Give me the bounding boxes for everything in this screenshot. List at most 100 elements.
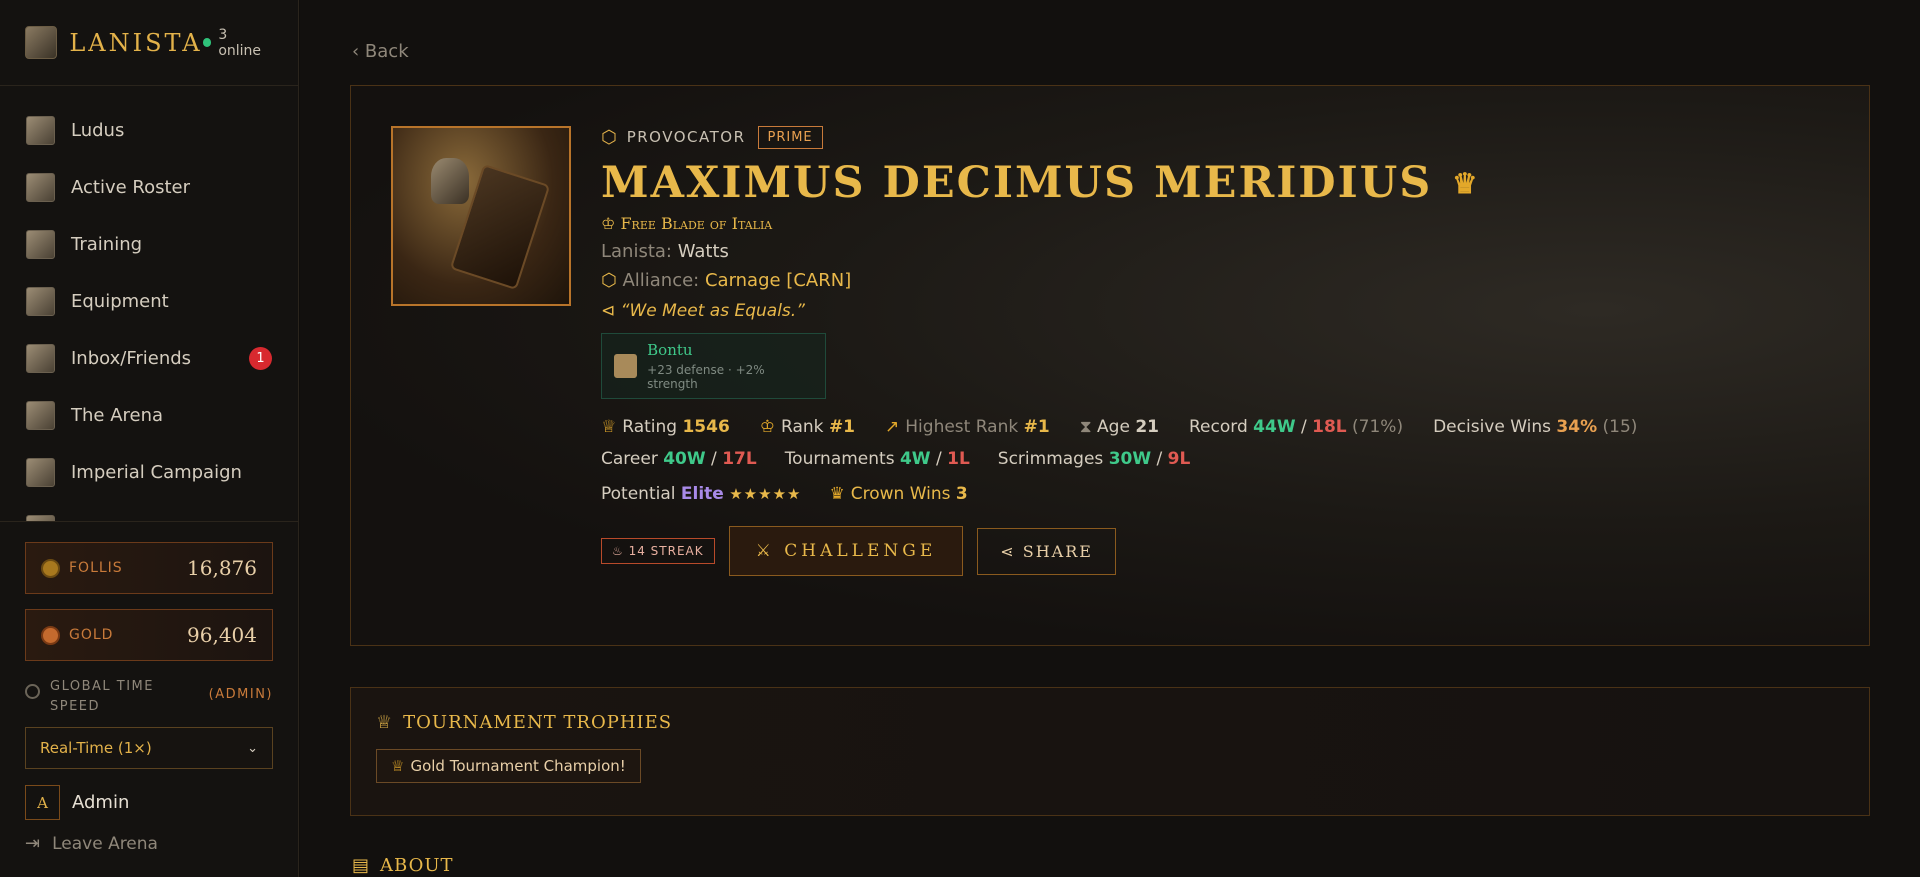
decisive-percent: 34% [1556,417,1598,437]
megaphone-icon: ⊲ [601,301,621,321]
admin-tag: (ADMIN) [208,687,273,702]
gladiator-name: MAXIMUS DECIMUS MERIDIUS ♛ [601,158,1851,208]
star-rating: ★★★★★ [729,485,802,503]
crown-wins-label: Crown Wins [850,484,951,504]
logo [25,26,58,59]
inbox-icon [26,344,55,373]
gladiator-class: PROVOCATOR [626,128,746,146]
stat-decisive-wins: Decisive Wins 34% (15) [1433,417,1637,437]
buff-icon [614,354,638,378]
decisive-count: (15) [1602,417,1638,437]
sidebar-item-arena[interactable]: The Arena [0,387,298,444]
lanista-row: Lanista: Watts [601,241,1851,262]
leave-arena-button[interactable]: ⇥ Leave Arena [25,833,273,854]
potential-label: Potential [601,484,676,504]
trophy-icon: ♕ [391,757,405,775]
stat-age: ⧗ Age 21 [1080,417,1159,437]
stat-tournaments: Tournaments 4W / 1L [784,449,970,469]
alliance-row: ⬡ Alliance: Carnage [CARN] [601,270,1851,291]
gladiator-info: ⬡ PROVOCATOR PRIME MAXIMUS DECIMUS MERID… [601,124,1851,576]
share-button[interactable]: ⋖ SHARE [977,527,1116,575]
time-speed-value: Real-Time (1×) [40,739,152,757]
back-label: Back [364,41,409,62]
gold-coin-icon [41,625,60,645]
trending-up-icon: ↗ [885,417,900,437]
gladiator-portrait [391,126,571,306]
sidebar-item-training[interactable]: Training [0,216,298,273]
stats-row-1: ♕ Rating 1546 ♔ Rank #1 ↗ Highest Rank #1 ⧗… [601,417,1851,437]
gladiator-subtitle: ♔ Free Blade of Italia [601,214,1851,233]
sidebar-item-equipment[interactable]: Equipment [0,273,298,330]
crown-icon: ♔ [759,417,776,437]
decisive-label: Decisive Wins [1433,417,1552,437]
stat-highest-rank: ↗ Highest Rank #1 [885,417,1050,437]
career-label: Career [601,449,658,469]
buff-card[interactable]: Bontu +23 defense · +2% strength [601,333,826,399]
stat-record: Record 44W / 18L (71%) [1189,417,1404,437]
crown-icon: ♛ [829,484,845,504]
streak-badge: ♨ 14 STREAK [601,538,715,564]
sidebar-item-label: Training [71,234,143,255]
time-speed-select[interactable]: Real-Time (1×) ⌄ [25,727,273,769]
challenge-label: CHALLENGE [784,541,937,561]
tournament-trophies-section: ♕ TOURNAMENT TROPHIES ♕ Gold Tournament Ch… [350,687,1870,816]
user-profile[interactable]: A Admin [25,785,273,820]
highest-rank-label: Highest Rank [905,417,1019,437]
trophy-item-label: Gold Tournament Champion! [410,757,626,775]
record-label: Record [1189,417,1248,437]
rank-value: #1 [828,417,856,437]
sidebar-item-label: The Arena [71,405,164,426]
stat-career: Career 40W / 17L [601,449,757,469]
crown-small-icon: ♔ [601,214,621,233]
hourglass-icon: ⧗ [1079,417,1098,437]
logout-icon: ⇥ [25,833,41,854]
stats-row-2: Career 40W / 17L Tournaments 4W / 1L Scr… [601,449,1851,469]
about-title-text: ABOUT [380,855,454,876]
rank-label: Rank [781,417,824,437]
follis-balance: FOLLIS 16,876 [25,542,273,594]
leave-arena-label: Leave Arena [52,833,158,854]
sidebar: LANISTA 3 online Ludus Active Roster Tra… [0,0,299,877]
age-label: Age [1097,417,1130,437]
sidebar-item-active-roster[interactable]: Active Roster [0,159,298,216]
career-wins: 40W [663,449,706,469]
gladiator-name-text: MAXIMUS DECIMUS MERIDIUS [601,158,1433,208]
sidebar-item-label: Ludus [71,120,125,141]
prime-badge: PRIME [757,125,823,149]
tournament-losses: 1L [947,449,970,469]
sidebar-item-inbox[interactable]: Inbox/Friends 1 [0,330,298,387]
streak-label: 14 STREAK [628,544,704,558]
buff-name: Bontu [647,341,693,359]
gold-label: GOLD [69,627,114,643]
chevron-down-icon: ⌄ [247,740,258,756]
sidebar-item-label: Imperial Campaign [71,462,242,483]
time-speed-label: GLOBAL TIME SPEED [50,679,154,714]
sidebar-item-ludus[interactable]: Ludus [0,102,298,159]
stat-rating: ♕ Rating 1546 [601,417,730,437]
about-section-title: ▤ ABOUT [352,855,454,876]
stat-rank: ♔ Rank #1 [760,417,855,437]
highest-rank-value: #1 [1023,417,1050,437]
time-speed-header: GLOBAL TIME SPEED (ADMIN) [25,677,273,717]
lanista-name[interactable]: Watts [678,241,729,262]
scrimmage-wins: 30W [1108,449,1152,469]
avatar: A [25,785,60,820]
online-indicator: 3 online [202,27,273,59]
record-losses: 18L [1312,417,1347,437]
online-dot-icon [202,38,212,47]
sidebar-item-imperial-campaign[interactable]: Imperial Campaign [0,444,298,501]
user-name: Admin [72,792,130,813]
shield-icon: ⬡ [601,126,617,148]
back-button[interactable]: ‹ Back [352,41,409,62]
share-label: SHARE [1022,541,1093,561]
career-losses: 17L [722,449,757,469]
tournaments-label: Tournaments [784,449,895,469]
ludus-icon [26,116,55,145]
challenge-button[interactable]: ⚔ CHALLENGE [728,526,964,576]
sidebar-item-partial[interactable] [0,501,298,521]
potential-value: Elite [680,484,724,504]
menu-icon [26,515,55,521]
buff-text: Bontu +23 defense · +2% strength [647,341,813,391]
alliance-link[interactable]: Carnage [CARN] [705,270,851,291]
class-row: ⬡ PROVOCATOR PRIME [601,124,1851,150]
